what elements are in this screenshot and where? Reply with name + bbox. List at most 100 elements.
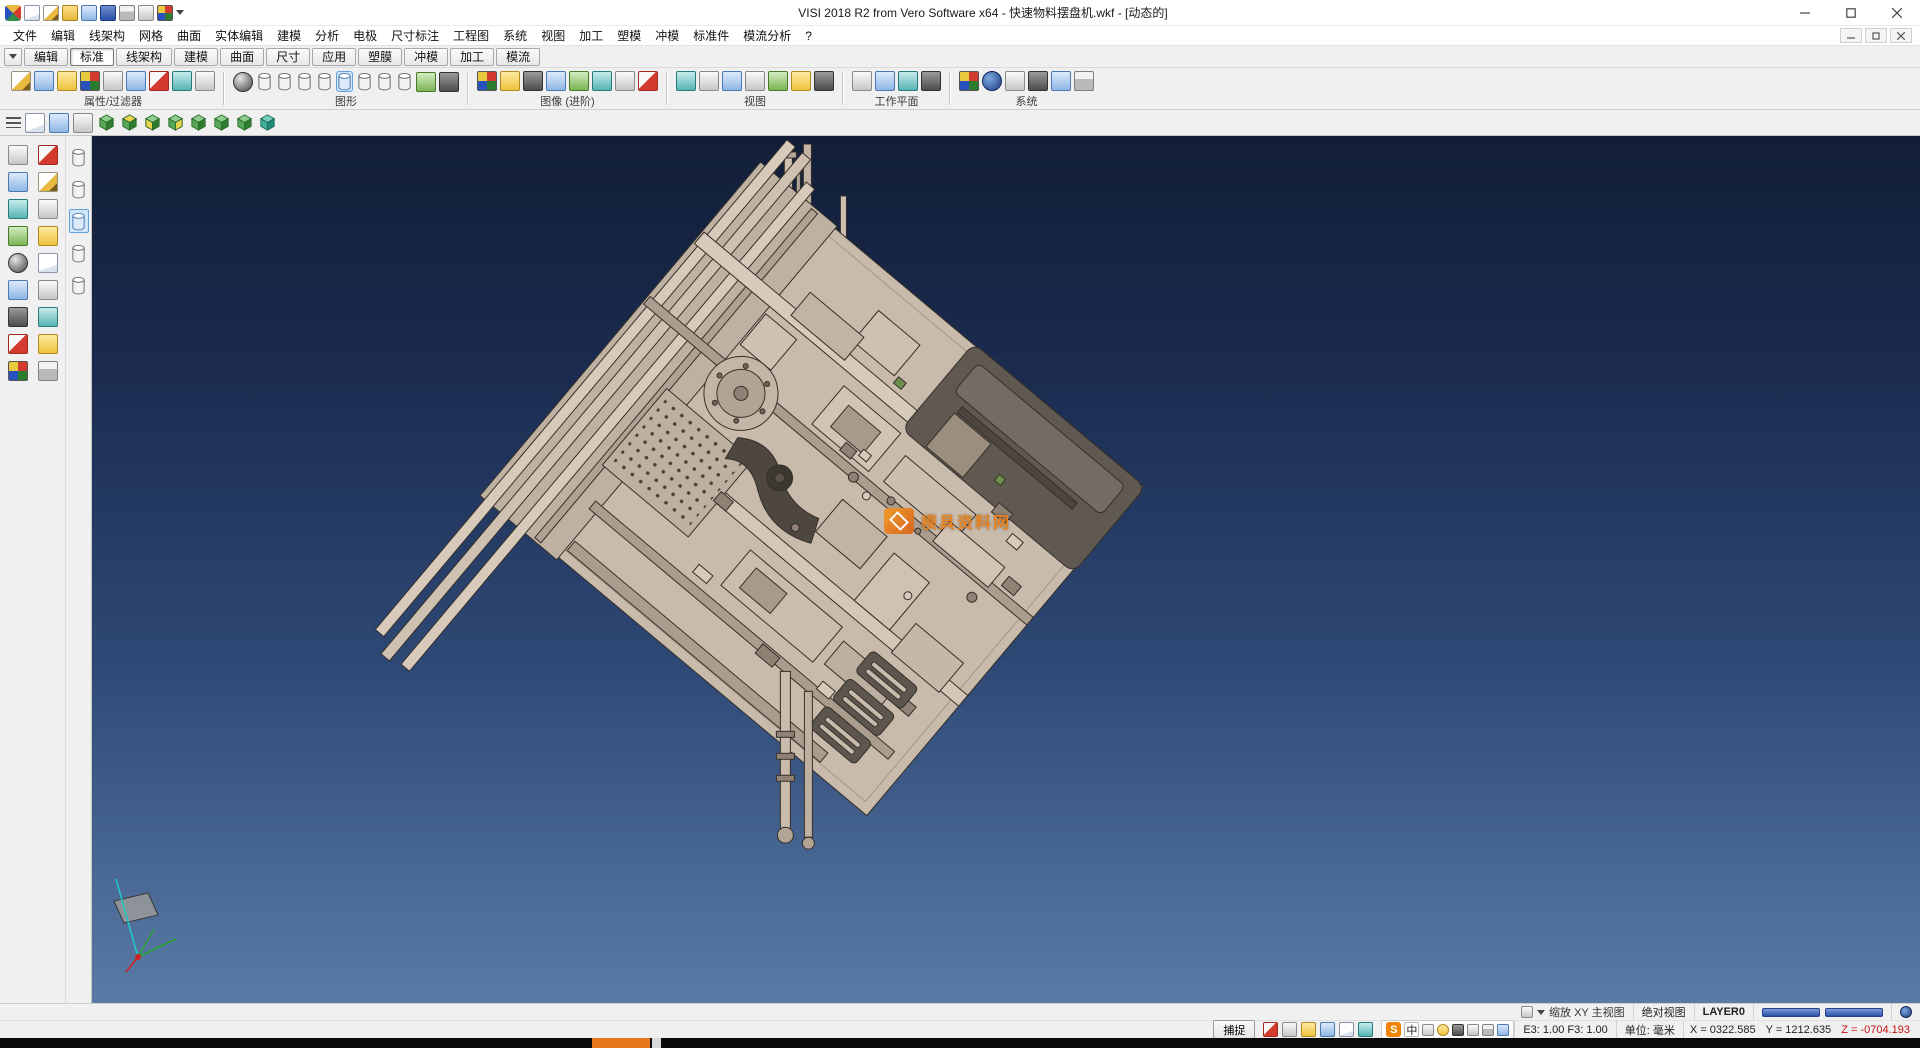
move-element-icon[interactable] [8, 199, 28, 219]
menu-modeling[interactable]: 建模 [270, 26, 308, 45]
display-open-edges-icon[interactable] [396, 71, 413, 92]
status-help-icon[interactable] [1339, 1022, 1354, 1037]
edit-attributes-icon[interactable] [11, 71, 31, 91]
tab-wireframe[interactable]: 线架构 [116, 48, 172, 66]
views-menu-icon[interactable] [6, 117, 21, 128]
menu-wireframe[interactable]: 线架构 [82, 26, 132, 45]
status-track-icon[interactable] [1320, 1022, 1335, 1037]
texture-icon[interactable] [592, 71, 612, 91]
view-hint-icon[interactable] [1521, 1006, 1533, 1018]
trim-element-icon[interactable] [8, 334, 28, 354]
snap-config-icon[interactable] [1005, 71, 1025, 91]
menu-drawing[interactable]: 工程图 [446, 26, 496, 45]
display-edges-icon[interactable] [376, 71, 393, 92]
ime-keyboard-icon[interactable] [1467, 1024, 1479, 1036]
status-grid-icon[interactable] [1263, 1022, 1278, 1037]
print-icon[interactable] [119, 5, 135, 21]
shading-mode-hidden-icon[interactable] [69, 177, 89, 201]
workplane-standard-icon[interactable] [852, 71, 872, 91]
print-view-icon[interactable] [38, 361, 58, 381]
taskbar-app-highlight[interactable] [592, 1038, 650, 1048]
view-dynamic-icon[interactable] [258, 113, 277, 132]
element-filter-icon[interactable] [103, 71, 123, 91]
menu-surface[interactable]: 曲面 [170, 26, 208, 45]
snapshot-icon[interactable] [638, 71, 658, 91]
measure-distance-icon[interactable] [38, 199, 58, 219]
workplane-3points-icon[interactable] [898, 71, 918, 91]
link-cad-icon[interactable] [1051, 71, 1071, 91]
menu-file[interactable]: 文件 [6, 26, 44, 45]
ime-mic-icon[interactable] [1452, 1024, 1464, 1036]
material-icon[interactable] [569, 71, 589, 91]
attribute-paint-icon[interactable] [57, 71, 77, 91]
edit-geometry-icon[interactable] [38, 172, 58, 192]
light-settings-icon[interactable] [500, 71, 520, 91]
transparent-display-icon[interactable] [356, 71, 373, 92]
zoom-window-icon[interactable] [699, 71, 719, 91]
select-by-color-icon[interactable] [149, 71, 169, 91]
view-settings-icon[interactable] [73, 113, 93, 133]
wireframe-display-icon[interactable] [256, 71, 273, 92]
tab-modeling[interactable]: 建模 [174, 48, 218, 66]
delete-element-icon[interactable] [38, 145, 58, 165]
advanced-render-icon[interactable] [477, 71, 497, 91]
undo-icon[interactable] [38, 334, 58, 354]
windows-taskbar-sliver[interactable] [0, 1038, 1920, 1048]
rotate-view-icon[interactable] [768, 71, 788, 91]
menu-dimension[interactable]: 尺寸标注 [384, 26, 446, 45]
minimize-button[interactable] [1782, 0, 1828, 25]
select-arrow-icon[interactable] [8, 145, 28, 165]
shading-mode-rendered-icon[interactable] [69, 241, 89, 265]
ime-toolbox-icon[interactable] [1482, 1024, 1494, 1036]
annotation-icon[interactable] [38, 253, 58, 273]
tab-edit[interactable]: 编辑 [24, 48, 68, 66]
viewport-canvas[interactable]: 模具资料网 [92, 136, 1920, 1003]
mirror-element-icon[interactable] [8, 280, 28, 300]
tab-progress-die[interactable]: 冲模 [404, 48, 448, 66]
tab-dimension[interactable]: 尺寸 [266, 48, 310, 66]
reflection-icon[interactable] [546, 71, 566, 91]
dynamic-hidden-icon[interactable] [296, 71, 313, 92]
shaded-display-icon[interactable] [336, 71, 353, 92]
menu-edit[interactable]: 编辑 [44, 26, 82, 45]
menu-progress[interactable]: 冲模 [648, 26, 686, 45]
refresh-view-icon[interactable] [49, 113, 69, 133]
menu-flow-analysis[interactable]: 模流分析 [736, 26, 798, 45]
fill-color-bar[interactable] [1825, 1008, 1883, 1017]
pattern-array-icon[interactable] [8, 307, 28, 327]
menu-machining[interactable]: 加工 [572, 26, 610, 45]
qat-overflow-icon[interactable] [176, 10, 184, 15]
open-file-icon[interactable] [62, 5, 78, 21]
menu-analysis[interactable]: 分析 [308, 26, 346, 45]
view-back-icon[interactable] [212, 113, 231, 132]
menu-help[interactable]: ? [798, 26, 819, 45]
tab-flow[interactable]: 模流 [496, 48, 540, 66]
select-by-layer-icon[interactable] [172, 71, 192, 91]
grid-display-icon[interactable] [1028, 71, 1048, 91]
background-icon[interactable] [615, 71, 635, 91]
system-globe-icon[interactable] [982, 71, 1002, 91]
shading-mode-shaded-icon[interactable] [69, 209, 89, 233]
layer-panel[interactable]: LAYER0 [1694, 1004, 1753, 1020]
snap-toggle-button[interactable]: 捕捉 [1213, 1020, 1255, 1040]
color-table-icon[interactable] [959, 71, 979, 91]
tab-application[interactable]: 应用 [312, 48, 356, 66]
menu-system[interactable]: 系统 [496, 26, 534, 45]
ime-punct-icon[interactable] [1422, 1024, 1434, 1036]
shading-mode-transparent-icon[interactable] [69, 273, 89, 297]
tabs-dropdown-icon[interactable] [4, 48, 22, 66]
mdi-close-button[interactable] [1890, 28, 1912, 43]
quick-select-icon[interactable] [126, 71, 146, 91]
rotate-element-icon[interactable] [8, 226, 28, 246]
plot-preview-icon[interactable] [138, 5, 154, 21]
match-attributes-icon[interactable] [34, 71, 54, 91]
ime-emoji-icon[interactable] [1437, 1024, 1449, 1036]
shading-mode-wireframe-icon[interactable] [69, 145, 89, 169]
maximize-button[interactable] [1828, 0, 1874, 25]
flat-shade-icon[interactable] [316, 71, 333, 92]
workplane-face-icon[interactable] [875, 71, 895, 91]
history-icon[interactable] [38, 307, 58, 327]
menu-standard-parts[interactable]: 标准件 [686, 26, 736, 45]
clear-selection-icon[interactable] [195, 71, 215, 91]
hidden-line-display-icon[interactable] [276, 71, 293, 92]
